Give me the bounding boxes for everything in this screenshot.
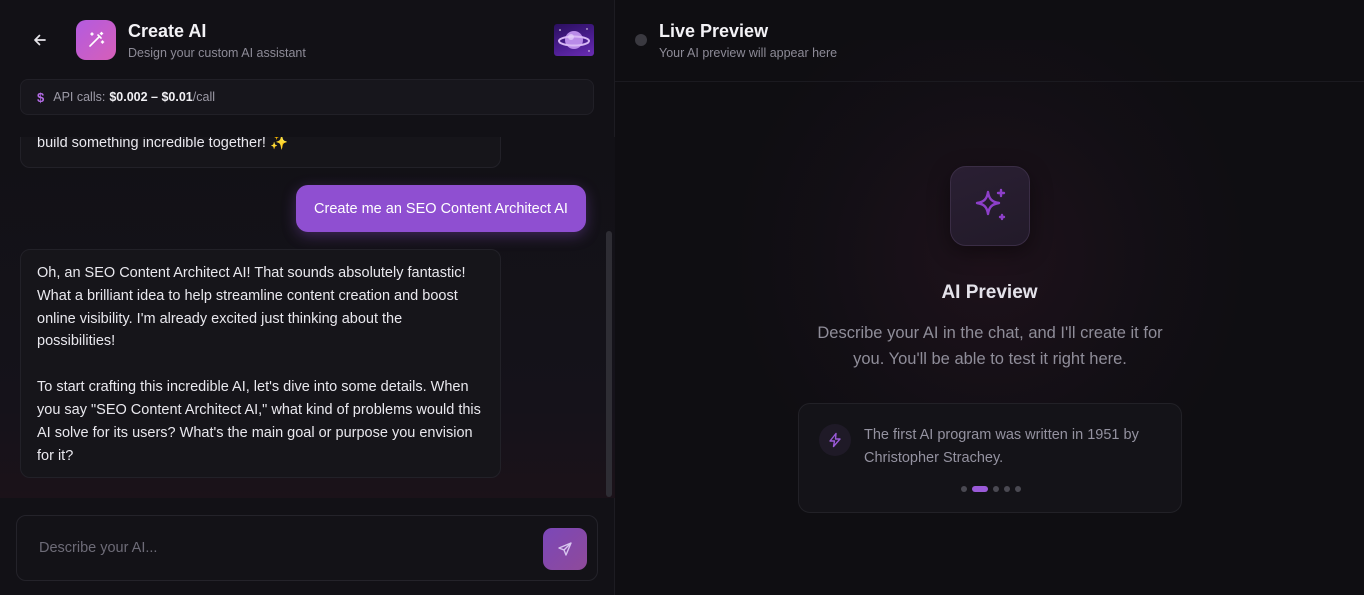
dollar-icon: $ — [37, 89, 45, 105]
message-paragraph: To start crafting this incredible AI, le… — [37, 379, 481, 464]
back-button[interactable] — [28, 28, 52, 52]
api-cost-bar: $ API calls: $0.002 – $0.01 /call — [20, 79, 594, 115]
avatar[interactable] — [554, 24, 594, 56]
api-cost-unit: /call — [192, 90, 215, 104]
pagination-dot[interactable] — [961, 486, 967, 492]
pagination-dot[interactable] — [1015, 486, 1021, 492]
chat-thread[interactable]: build something incredible together! ✨ C… — [0, 137, 615, 498]
magic-wand-icon — [89, 31, 105, 47]
create-ai-panel: Create AI Design your custom AI assistan… — [0, 0, 615, 595]
preview-description: Describe your AI in the chat, and I'll c… — [817, 324, 1163, 368]
status-indicator — [635, 34, 647, 46]
fact-card: The first AI program was written in 1951… — [798, 403, 1182, 513]
message-paragraph: Oh, an SEO Content Architect AI! That so… — [37, 265, 466, 350]
pagination-dot[interactable] — [993, 486, 999, 492]
live-preview-subtitle: Your AI preview will appear here — [659, 46, 838, 60]
lightning-icon — [829, 432, 841, 448]
live-preview-title: Live Preview — [659, 21, 769, 41]
composer — [16, 515, 598, 581]
api-cost-label: API calls: — [53, 90, 106, 104]
user-message: Create me an SEO Content Architect AI — [296, 185, 586, 232]
message-text: Create me an SEO Content Architect AI — [314, 200, 568, 217]
sparkles-icon — [975, 188, 1006, 221]
fact-icon-badge — [819, 424, 851, 456]
assistant-message: build something incredible together! ✨ — [20, 137, 501, 168]
preview-title: AI Preview — [941, 282, 1038, 303]
chat-scrollbar[interactable] — [606, 231, 612, 497]
pagination-dot[interactable] — [1004, 486, 1010, 492]
app-icon — [76, 20, 116, 60]
arrow-left-icon — [34, 34, 46, 46]
fact-pagination — [799, 486, 1183, 492]
preview-icon-tile — [950, 166, 1030, 246]
app-root: Create AI Design your custom AI assistan… — [0, 0, 1364, 595]
describe-ai-input[interactable] — [29, 530, 529, 566]
send-button[interactable] — [543, 528, 587, 570]
pagination-dot-active[interactable] — [972, 486, 988, 492]
live-preview-panel: Live Preview Your AI preview will appear… — [615, 0, 1364, 595]
assistant-message: Oh, an SEO Content Architect AI! That so… — [20, 249, 501, 478]
fact-text: The first AI program was written in 1951… — [864, 427, 1139, 466]
api-cost-value: $0.002 – $0.01 — [109, 90, 193, 104]
send-icon — [558, 542, 572, 556]
page-subtitle: Design your custom AI assistant — [128, 46, 306, 60]
planet-image — [558, 28, 590, 52]
preview-header: Live Preview Your AI preview will appear… — [615, 0, 1364, 82]
scrollbar-thumb[interactable] — [606, 231, 612, 497]
message-paragraph: build something incredible together! ✨ — [37, 137, 289, 151]
panel-header: Create AI Design your custom AI assistan… — [0, 0, 615, 80]
page-title: Create AI — [128, 21, 207, 41]
